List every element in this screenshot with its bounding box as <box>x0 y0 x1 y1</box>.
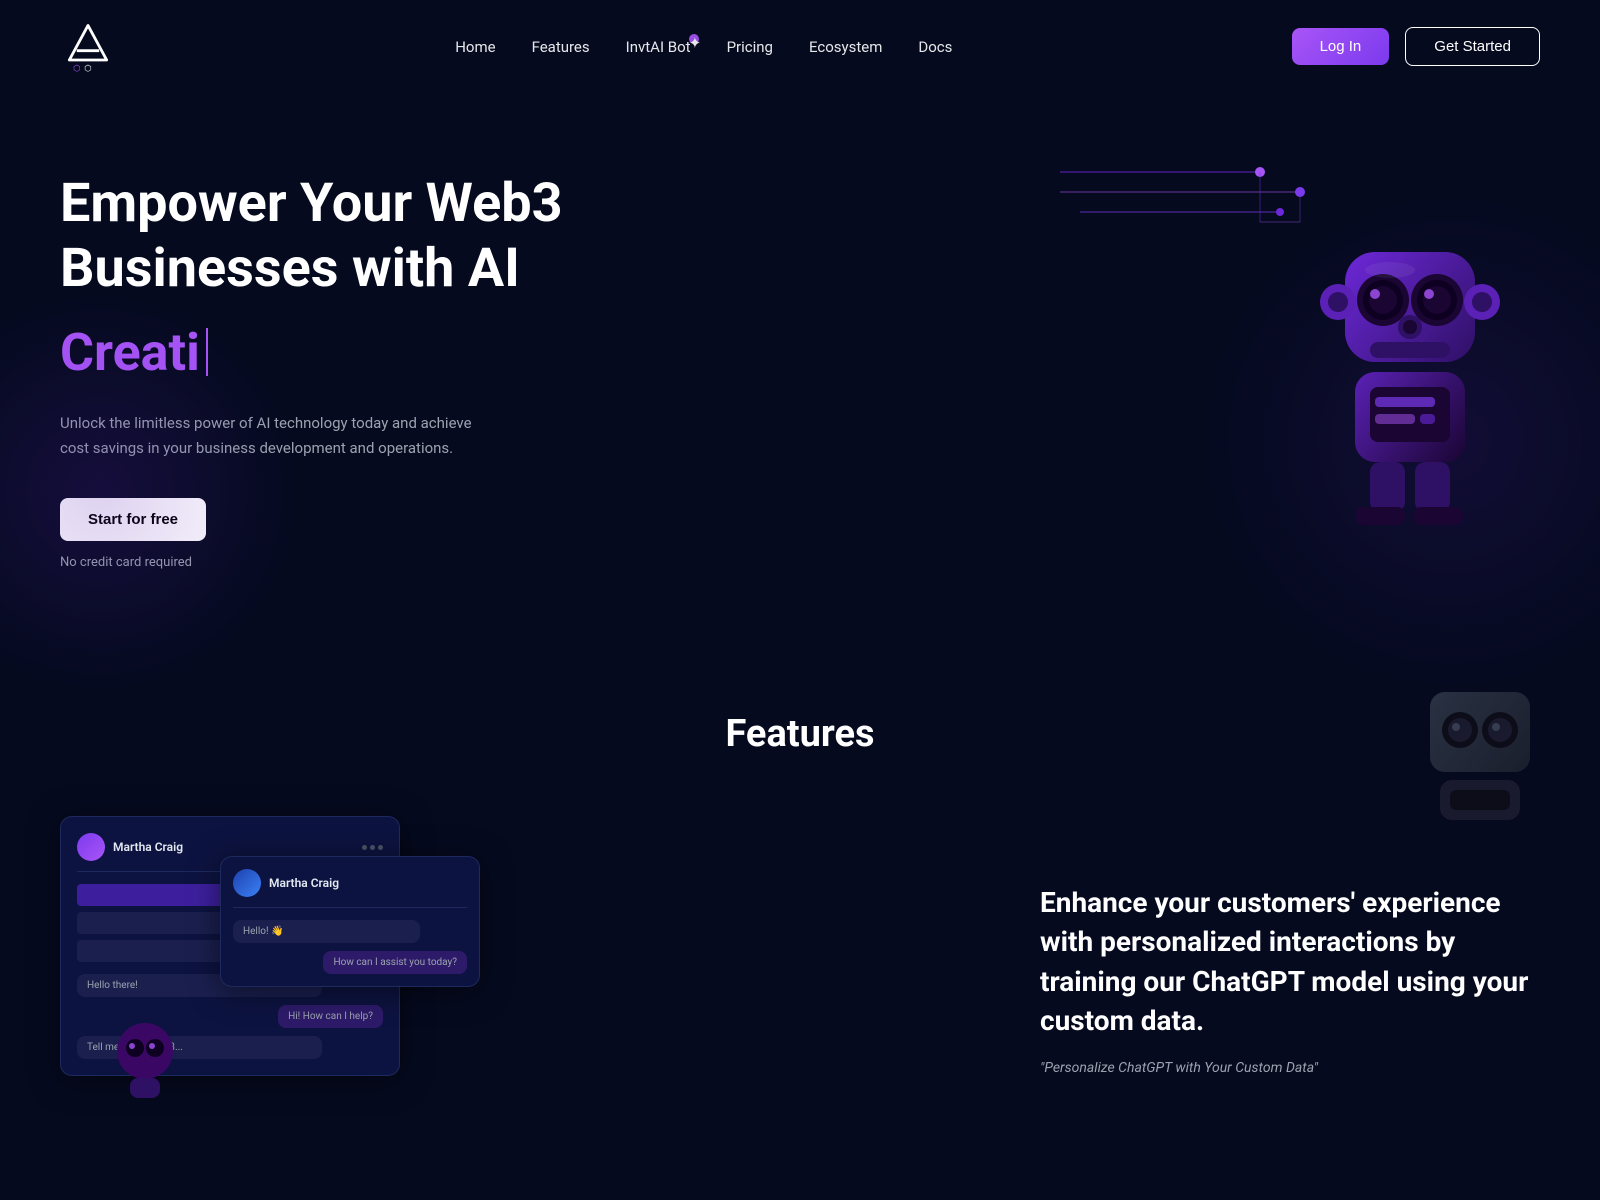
robot-illustration <box>1300 212 1520 532</box>
nav-item-pricing[interactable]: Pricing <box>727 37 773 56</box>
chat-user-2: Martha Craig <box>233 869 339 897</box>
chat-header-2: Martha Craig <box>233 869 467 908</box>
navbar: ⬡ ⬡ Home Features InvtAI Bot ✦ Pricing E… <box>0 0 1600 92</box>
hero-description: Unlock the limitless power of AI technol… <box>60 411 480 462</box>
chat-window-secondary: Martha Craig Hello! 👋 How can I assist y… <box>220 856 480 987</box>
svg-text:⬡: ⬡ <box>84 64 91 74</box>
chat-menu-dots <box>362 845 383 850</box>
cta-note: No credit card required <box>60 555 563 570</box>
nav-item-docs[interactable]: Docs <box>918 37 952 56</box>
hero-section: Empower Your Web3 Businesses with AI Cre… <box>0 92 1600 652</box>
features-section: Features Martha Craig <box>0 652 1600 1076</box>
chat-bubble-2: Hi! How can I help? <box>278 1005 383 1028</box>
features-content: Martha Craig Hello there! Hi! How can I … <box>60 816 1540 1076</box>
new-badge: ✦ <box>689 34 699 44</box>
start-free-button[interactable]: Start for free <box>60 498 206 541</box>
text-cursor <box>206 328 208 376</box>
features-title: Features <box>60 712 1540 756</box>
chat-bubble-5: How can I assist you today? <box>323 951 467 974</box>
get-started-button[interactable]: Get Started <box>1405 27 1540 66</box>
feature-quote: "Personalize ChatGPT with Your Custom Da… <box>1040 1060 1540 1076</box>
feature-title: Enhance your customers' experience with … <box>1040 883 1540 1040</box>
nav-links: Home Features InvtAI Bot ✦ Pricing Ecosy… <box>455 37 952 56</box>
login-button[interactable]: Log In <box>1292 28 1390 65</box>
nav-actions: Log In Get Started <box>1292 27 1540 66</box>
chat-username-2: Martha Craig <box>269 876 339 890</box>
deco-lines <box>1060 152 1320 252</box>
hero-title: Empower Your Web3 Businesses with AI <box>60 172 563 302</box>
small-robot <box>100 1016 190 1106</box>
nav-item-home[interactable]: Home <box>455 37 495 56</box>
feature-text: Enhance your customers' experience with … <box>1040 883 1540 1076</box>
black-robot <box>1400 672 1560 832</box>
logo[interactable]: ⬡ ⬡ <box>60 18 116 74</box>
chat-user: Martha Craig <box>77 833 183 861</box>
hero-content: Empower Your Web3 Businesses with AI Cre… <box>60 152 563 570</box>
chat-messages-2: Hello! 👋 How can I assist you today? <box>233 920 467 974</box>
nav-item-invtai-bot[interactable]: InvtAI Bot ✦ <box>626 37 691 56</box>
chat-bubble-4: Hello! 👋 <box>233 920 420 943</box>
nav-item-ecosystem[interactable]: Ecosystem <box>809 37 882 56</box>
avatar <box>77 833 105 861</box>
nav-item-features[interactable]: Features <box>532 37 590 56</box>
hero-animated-word: Creati <box>60 322 563 383</box>
chat-username: Martha Craig <box>113 840 183 854</box>
avatar-2 <box>233 869 261 897</box>
svg-text:⬡: ⬡ <box>73 64 80 74</box>
chat-mockup: Martha Craig Hello there! Hi! How can I … <box>60 816 480 1076</box>
